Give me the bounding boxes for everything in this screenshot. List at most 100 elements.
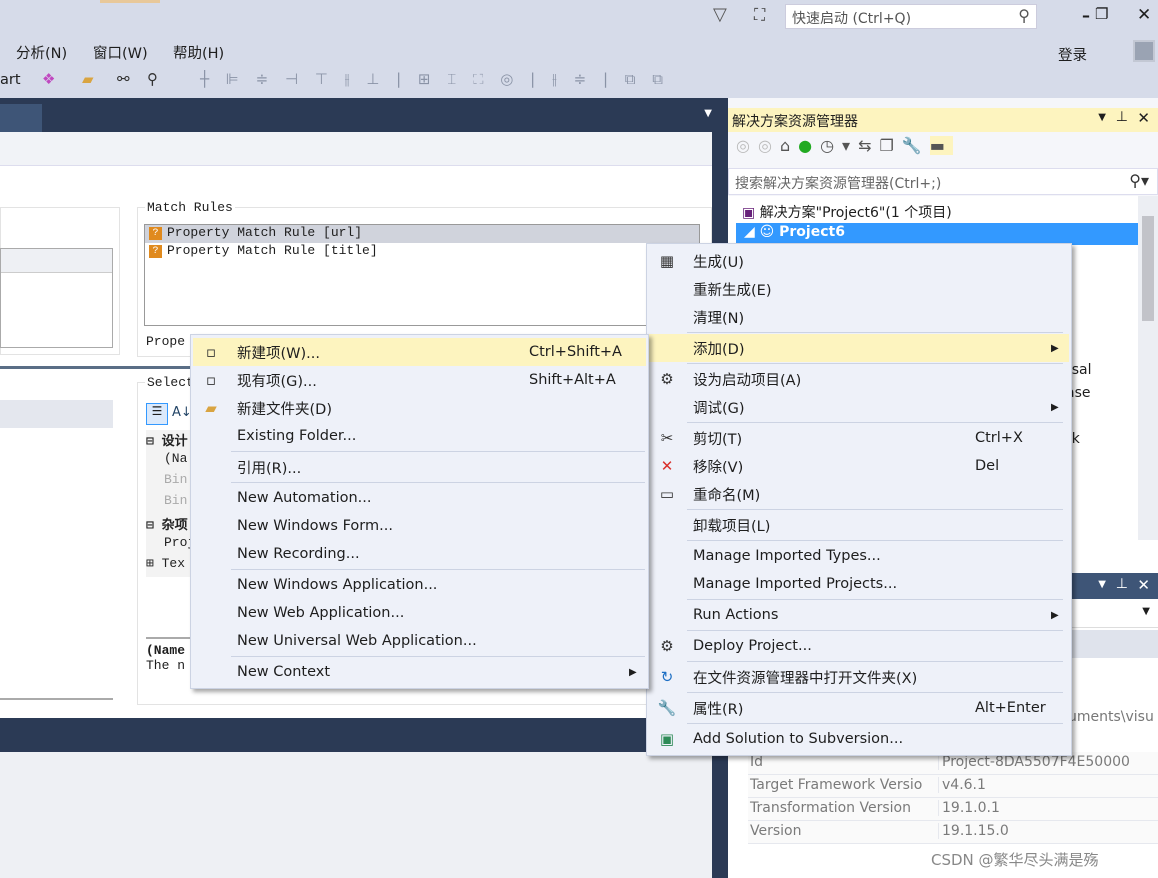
menu-item[interactable]: ↻ 在文件资源管理器中打开文件夹(X): [649, 663, 1069, 691]
pin-icon[interactable]: ⊥: [1116, 576, 1128, 592]
menu-item[interactable]: Existing Folder...: [193, 422, 646, 450]
menu-item[interactable]: ⚙ Deploy Project...: [649, 632, 1069, 660]
tree-item-project[interactable]: ◢ ☺ Project6: [736, 223, 1138, 245]
menu-window[interactable]: 窗口(W): [93, 42, 148, 63]
close-icon[interactable]: ✕: [1137, 5, 1151, 25]
menu-item[interactable]: New Windows Form...: [193, 512, 646, 540]
align-icons[interactable]: ┼ ⊫ ≑ ⊣ ⊤ ⫲ ⊥ | ⊞ ⌶ ⛶ ◎ | ⫲ ≑ | ⧉ ⧉: [200, 70, 669, 88]
project-context-menu: ▦ 生成(U) 重新生成(E) 清理(N) 添加(D) ▶ ⚙ 设为启动项目(A) 调试(G) ▶…: [646, 243, 1072, 756]
home-icon[interactable]: ⌂: [780, 136, 798, 155]
menu-item-label: 剪切(T): [693, 431, 743, 448]
menu-item[interactable]: ▫ 现有项(G)... Shift+Alt+A: [193, 366, 646, 394]
menu-item[interactable]: ▦ 生成(U): [649, 247, 1069, 275]
menu-item[interactable]: 清理(N): [649, 303, 1069, 331]
binoculars-icon[interactable]: ⚯: [117, 70, 130, 88]
rename-icon: ▭: [659, 485, 675, 503]
menu-item[interactable]: ✕ 移除(V) Del: [649, 452, 1069, 480]
minimize-icon[interactable]: –: [1082, 6, 1090, 25]
property-row[interactable]: Transformation Version 19.1.0.1: [748, 798, 1158, 821]
menu-help[interactable]: 帮助(H): [173, 42, 224, 63]
menu-item[interactable]: New Context ▶: [193, 658, 646, 686]
menu-item[interactable]: New Web Application...: [193, 599, 646, 627]
preview-icon[interactable]: ▬: [929, 136, 953, 155]
login-link[interactable]: 登录: [1058, 44, 1087, 65]
menu-item[interactable]: ⚙ 设为启动项目(A): [649, 365, 1069, 393]
search-icon[interactable]: ⚲▾: [1129, 171, 1149, 190]
menu-item-label: 卸载项目(L): [693, 518, 771, 535]
menu-item[interactable]: ▣ Add Solution to Subversion...: [649, 725, 1069, 753]
match-rules-list[interactable]: ? Property Match Rule [url] ? Property Mat…: [144, 224, 700, 326]
restore-icon[interactable]: ❐: [1095, 5, 1108, 23]
new-folder-icon: ▰: [205, 399, 217, 417]
quick-launch-input[interactable]: 快速启动 (Ctrl+Q) ⚲: [785, 4, 1037, 29]
menu-item[interactable]: ▰ 新建文件夹(D): [193, 394, 646, 422]
menu-item[interactable]: 重新生成(E): [649, 275, 1069, 303]
menu-item[interactable]: New Recording...: [193, 540, 646, 568]
sync-icon[interactable]: ●: [798, 136, 820, 155]
menu-item[interactable]: ✂ 剪切(T) Ctrl+X: [649, 424, 1069, 452]
menu-item[interactable]: Manage Imported Projects...: [649, 570, 1069, 598]
left-list[interactable]: [0, 248, 113, 348]
history-icon[interactable]: ◷▾: [820, 136, 858, 155]
menu-item[interactable]: 添加(D) ▶: [649, 334, 1069, 362]
menu-item[interactable]: 🔧 属性(R) Alt+Enter: [649, 694, 1069, 722]
match-rule-item[interactable]: ? Property Match Rule [title]: [145, 243, 699, 261]
menu-analyze[interactable]: 分析(N): [16, 42, 67, 63]
tab-overflow-icon[interactable]: ▼: [704, 108, 712, 119]
pin-icon[interactable]: ⊥: [1116, 109, 1128, 125]
find-icon[interactable]: ⚲: [147, 70, 158, 88]
menu-item[interactable]: 引用(R)...: [193, 453, 646, 481]
diagram-icon[interactable]: ❖: [42, 70, 55, 88]
panel-menu-icon[interactable]: ▼: [1098, 112, 1106, 123]
build-icon: ▦: [659, 252, 675, 270]
forward-icon[interactable]: ◎: [758, 136, 780, 155]
gear-icon: ⚙: [660, 370, 674, 388]
solution-search-input[interactable]: 搜索解决方案资源管理器(Ctrl+;) ⚲▾: [728, 168, 1158, 195]
solution-scrollbar[interactable]: [1138, 196, 1158, 540]
existing-item-icon: ▫: [205, 371, 217, 389]
categorized-icon[interactable]: ☰: [146, 403, 168, 425]
match-rule-item[interactable]: ? Property Match Rule [url]: [145, 225, 699, 243]
title-tab-stub: [100, 0, 160, 3]
menu-item[interactable]: Manage Imported Types...: [649, 542, 1069, 570]
menu-item-label: Manage Imported Types...: [693, 548, 881, 564]
menu-item[interactable]: Run Actions ▶: [649, 601, 1069, 629]
menu-item-label: 在文件资源管理器中打开文件夹(X): [693, 670, 918, 687]
back-icon[interactable]: ◎: [736, 136, 758, 155]
tree-item-solution[interactable]: ▣ 解决方案"Project6"(1 个项目): [742, 202, 952, 222]
menu-item-label: 设为启动项目(A): [693, 372, 802, 389]
toolbar-partial-label[interactable]: art: [0, 72, 21, 88]
document-tab[interactable]: [0, 104, 42, 132]
expand-icon[interactable]: ◢: [744, 224, 755, 240]
menu-item[interactable]: ▫ 新建项(W)... Ctrl+Shift+A: [193, 338, 646, 366]
menu-item-label: 新建文件夹(D): [237, 401, 332, 418]
property-row[interactable]: Target Framework Versio v4.6.1: [748, 775, 1158, 798]
find-folder-icon[interactable]: ▰: [82, 70, 94, 88]
bottom-dark-band: [0, 718, 728, 752]
avatar-icon[interactable]: [1133, 40, 1155, 62]
menu-item[interactable]: 调试(G) ▶: [649, 393, 1069, 421]
refresh-icon[interactable]: ⇆: [858, 136, 879, 155]
filter-icon[interactable]: ▽: [713, 4, 727, 25]
menu-item[interactable]: New Windows Application...: [193, 571, 646, 599]
menu-item[interactable]: 卸载项目(L): [649, 511, 1069, 539]
left-lower-list[interactable]: [0, 400, 113, 700]
alphabetical-icon[interactable]: A↓: [172, 405, 192, 420]
menu-item[interactable]: New Universal Web Application...: [193, 627, 646, 655]
property-name: Version: [750, 823, 802, 839]
menu-item[interactable]: ▭ 重命名(M): [649, 480, 1069, 508]
search-icon[interactable]: ⚲: [1018, 6, 1030, 25]
collapse-icon[interactable]: ❐: [879, 136, 901, 155]
menu-item-label: 引用(R)...: [237, 460, 302, 477]
property-row[interactable]: Version 19.1.15.0: [748, 821, 1158, 844]
menu-separator: [687, 540, 1063, 541]
panel-menu-icon[interactable]: ▼: [1098, 579, 1106, 590]
feedback-icon[interactable]: ⛶: [754, 5, 765, 25]
close-icon[interactable]: ✕: [1137, 576, 1150, 594]
match-rules-label: Match Rules: [145, 200, 235, 215]
close-icon[interactable]: ✕: [1137, 109, 1150, 127]
menu-separator: [687, 630, 1063, 631]
menu-item[interactable]: New Automation...: [193, 484, 646, 512]
properties-icon[interactable]: 🔧: [902, 136, 930, 155]
menu-separator: [687, 723, 1063, 724]
